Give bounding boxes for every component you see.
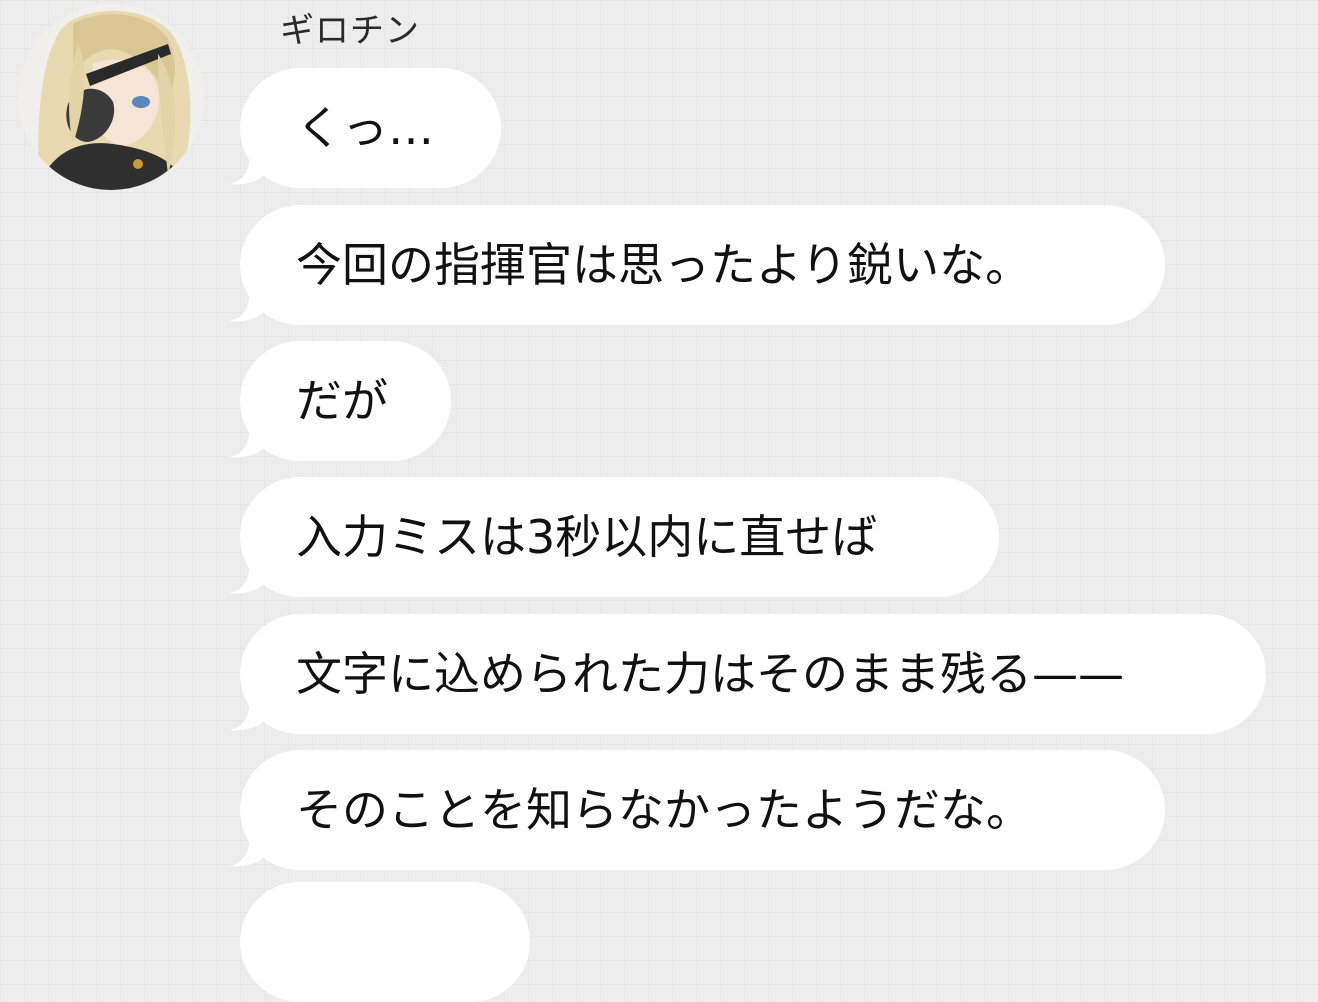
message-text: くっ…	[296, 101, 434, 155]
bubble-tail-icon	[228, 429, 268, 458]
message-text: そのことを知らなかったようだな。	[296, 783, 1032, 837]
bubble-tail-icon	[228, 156, 268, 185]
bubble-tail-icon	[228, 293, 268, 322]
message-bubble-partial[interactable]	[240, 882, 530, 1002]
message-text: 文字に込められた力はそのまま残る——	[296, 647, 1124, 701]
message-bubble[interactable]: 今回の指揮官は思ったより鋭いな。	[228, 205, 1165, 325]
message-bubble[interactable]: 入力ミスは3秒以内に直せば	[228, 477, 999, 597]
message-bubble[interactable]: くっ…	[228, 68, 501, 188]
sender-avatar[interactable]	[18, 4, 204, 190]
bubble-tail-icon	[228, 702, 268, 731]
message-text: 入力ミスは3秒以内に直せば	[296, 510, 878, 564]
bubble-tail-icon	[228, 565, 268, 594]
bubble-tail-icon	[228, 838, 268, 867]
message-bubble[interactable]: そのことを知らなかったようだな。	[228, 750, 1165, 870]
message-text: だが	[296, 374, 388, 428]
character-portrait-icon	[18, 4, 204, 190]
message-bubble[interactable]: だが	[228, 341, 451, 461]
message-text: 今回の指揮官は思ったより鋭いな。	[296, 238, 1032, 292]
message-bubble[interactable]: 文字に込められた力はそのまま残る——	[228, 614, 1266, 734]
sender-name: ギロチン	[280, 11, 420, 51]
